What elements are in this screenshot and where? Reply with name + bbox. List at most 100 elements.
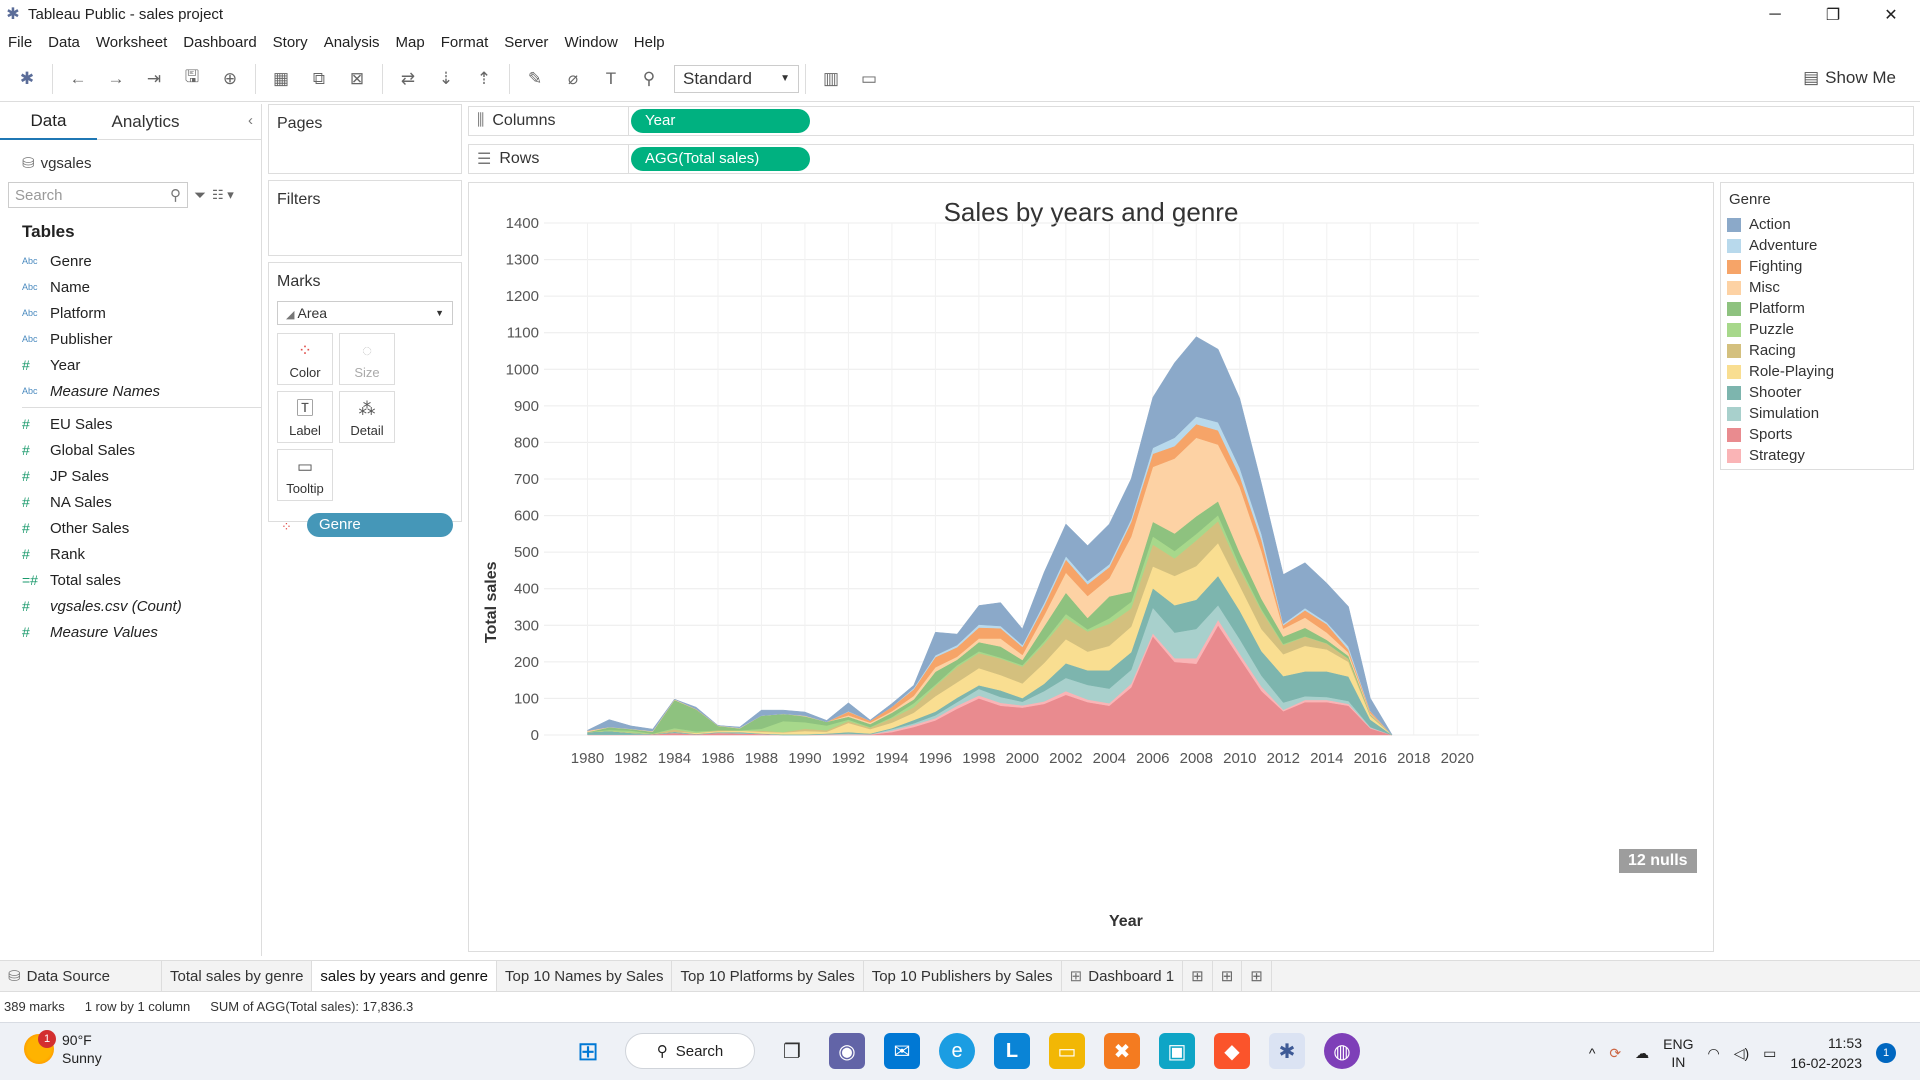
menu-map[interactable]: Map: [396, 34, 425, 51]
field-item[interactable]: # Rank: [0, 541, 261, 567]
language-indicator[interactable]: ENG IN: [1663, 1035, 1693, 1071]
windows-start-icon[interactable]: ⊞: [570, 1033, 606, 1069]
presentation-icon[interactable]: ▭: [854, 64, 884, 94]
show-cards-icon[interactable]: ▥: [816, 64, 846, 94]
field-item[interactable]: Abc Platform: [0, 300, 261, 326]
size-button[interactable]: ◌ Size: [339, 333, 395, 385]
redo-icon[interactable]: →: [101, 64, 131, 94]
field-item[interactable]: Abc Name: [0, 274, 261, 300]
pages-card[interactable]: Pages: [268, 104, 462, 174]
cloud-icon[interactable]: ☁: [1635, 1045, 1649, 1062]
field-item[interactable]: Abc Measure Names: [0, 378, 261, 404]
volume-icon[interactable]: ◁): [1734, 1045, 1749, 1062]
xampp-icon[interactable]: ✖: [1104, 1033, 1140, 1069]
datasource-item[interactable]: ⛁ vgsales: [0, 140, 261, 176]
weather-widget[interactable]: 1 90°F Sunny: [24, 1030, 102, 1067]
sync-icon[interactable]: ⟳: [1609, 1045, 1621, 1062]
legend-item[interactable]: Shooter: [1721, 382, 1913, 403]
tab-data-source[interactable]: ⛁ Data Source: [0, 961, 162, 991]
task-view-icon[interactable]: ❐: [774, 1033, 810, 1069]
menu-help[interactable]: Help: [634, 34, 665, 51]
area-chart[interactable]: 0 100 200 300 400 500 600 700 800 900 1000 1100 1200…: [469, 183, 1715, 953]
group-icon[interactable]: ⌀: [558, 64, 588, 94]
swap-icon[interactable]: ⇄: [393, 64, 423, 94]
pin-icon[interactable]: ⚲: [634, 64, 664, 94]
new-story-tab-icon[interactable]: ⊞: [1242, 961, 1272, 991]
color-button[interactable]: ⁘ Color: [277, 333, 333, 385]
legend-item[interactable]: Action: [1721, 214, 1913, 235]
legend-item[interactable]: Simulation: [1721, 403, 1913, 424]
brave-browser-icon[interactable]: ◆: [1214, 1033, 1250, 1069]
tab-data[interactable]: Data: [0, 104, 97, 140]
filter-icon[interactable]: ⏷: [194, 187, 206, 204]
field-item[interactable]: Abc Publisher: [0, 326, 261, 352]
new-datasource-icon[interactable]: ⊕: [215, 64, 245, 94]
duplicate-sheet-icon[interactable]: ⧉: [304, 64, 334, 94]
field-item[interactable]: # Year: [0, 352, 261, 378]
view-options-icon[interactable]: ☷ ▾: [212, 187, 234, 203]
clock[interactable]: 11:53 16-02-2023: [1790, 1033, 1862, 1073]
show-labels-icon[interactable]: T: [596, 64, 626, 94]
tab-top-10-names[interactable]: Top 10 Names by Sales: [497, 961, 673, 991]
menu-server[interactable]: Server: [504, 34, 548, 51]
nulls-indicator[interactable]: 12 nulls: [1619, 849, 1697, 873]
field-item[interactable]: # EU Sales: [0, 411, 261, 437]
menu-analysis[interactable]: Analysis: [324, 34, 380, 51]
tab-total-sales-by-genre[interactable]: Total sales by genre: [162, 961, 313, 991]
total-sales-pill[interactable]: AGG(Total sales): [631, 147, 810, 171]
tableau-taskbar-icon[interactable]: ✱: [1269, 1033, 1305, 1069]
field-item[interactable]: # JP Sales: [0, 463, 261, 489]
collapse-pane-icon[interactable]: ‹: [248, 112, 253, 129]
legend-item[interactable]: Sports: [1721, 424, 1913, 445]
replay-icon[interactable]: ⇥: [139, 64, 169, 94]
menu-format[interactable]: Format: [441, 34, 489, 51]
tab-dashboard-1[interactable]: ⊞ Dashboard 1: [1062, 961, 1184, 991]
restore-icon[interactable]: ❐: [1804, 0, 1862, 29]
wifi-icon[interactable]: ◠: [1707, 1045, 1719, 1062]
legend-item[interactable]: Fighting: [1721, 256, 1913, 277]
rows-shelf[interactable]: ☰ Rows AGG(Total sales): [468, 144, 1914, 174]
file-explorer-icon[interactable]: ▭: [1049, 1033, 1085, 1069]
tooltip-button[interactable]: ▭ Tooltip: [277, 449, 333, 501]
menu-dashboard[interactable]: Dashboard: [183, 34, 256, 51]
field-search-input[interactable]: Search ⚲: [8, 182, 188, 208]
show-me-button[interactable]: ▤ Show Me: [1803, 68, 1896, 88]
legend-item[interactable]: Role-Playing: [1721, 361, 1913, 382]
legend-item[interactable]: Misc: [1721, 277, 1913, 298]
legend-item[interactable]: Platform: [1721, 298, 1913, 319]
menu-file[interactable]: File: [8, 34, 32, 51]
legend-item[interactable]: Adventure: [1721, 235, 1913, 256]
minimize-icon[interactable]: ─: [1746, 0, 1804, 29]
close-icon[interactable]: ✕: [1862, 0, 1920, 29]
l-app-icon[interactable]: L: [994, 1033, 1030, 1069]
tab-analytics[interactable]: Analytics: [97, 112, 194, 132]
highlight-icon[interactable]: ✎: [520, 64, 550, 94]
mail-icon[interactable]: ✉: [884, 1033, 920, 1069]
remote-desktop-icon[interactable]: ▣: [1159, 1033, 1195, 1069]
undo-icon[interactable]: ←: [63, 64, 93, 94]
fit-select[interactable]: Standard ▼: [674, 64, 799, 93]
tab-top-10-publishers[interactable]: Top 10 Publishers by Sales: [864, 961, 1062, 991]
sort-descending-icon[interactable]: ⇡: [469, 64, 499, 94]
detail-button[interactable]: ⁂ Detail: [339, 391, 395, 443]
menu-data[interactable]: Data: [48, 34, 80, 51]
tab-sales-by-years-and-genre[interactable]: sales by years and genre: [312, 961, 498, 991]
menu-worksheet[interactable]: Worksheet: [96, 34, 167, 51]
filters-card[interactable]: Filters: [268, 180, 462, 256]
new-dashboard-tab-icon[interactable]: ⊞: [1213, 961, 1243, 991]
chevron-up-icon[interactable]: ^: [1589, 1045, 1596, 1061]
field-item[interactable]: # vgsales.csv (Count): [0, 593, 261, 619]
menu-story[interactable]: Story: [273, 34, 308, 51]
clear-sheet-icon[interactable]: ⊠: [342, 64, 372, 94]
legend-item[interactable]: Racing: [1721, 340, 1913, 361]
menu-window[interactable]: Window: [564, 34, 617, 51]
new-worksheet-tab-icon[interactable]: ⊞: [1183, 961, 1213, 991]
field-item[interactable]: =# Total sales: [0, 567, 261, 593]
tab-top-10-platforms[interactable]: Top 10 Platforms by Sales: [672, 961, 864, 991]
new-worksheet-icon[interactable]: ▦: [266, 64, 296, 94]
save-icon[interactable]: 🖫: [177, 64, 207, 94]
label-button[interactable]: 🅃 Label: [277, 391, 333, 443]
year-pill[interactable]: Year: [631, 109, 810, 133]
field-item[interactable]: Abc Genre: [0, 248, 261, 274]
teams-chat-icon[interactable]: ◉: [829, 1033, 865, 1069]
